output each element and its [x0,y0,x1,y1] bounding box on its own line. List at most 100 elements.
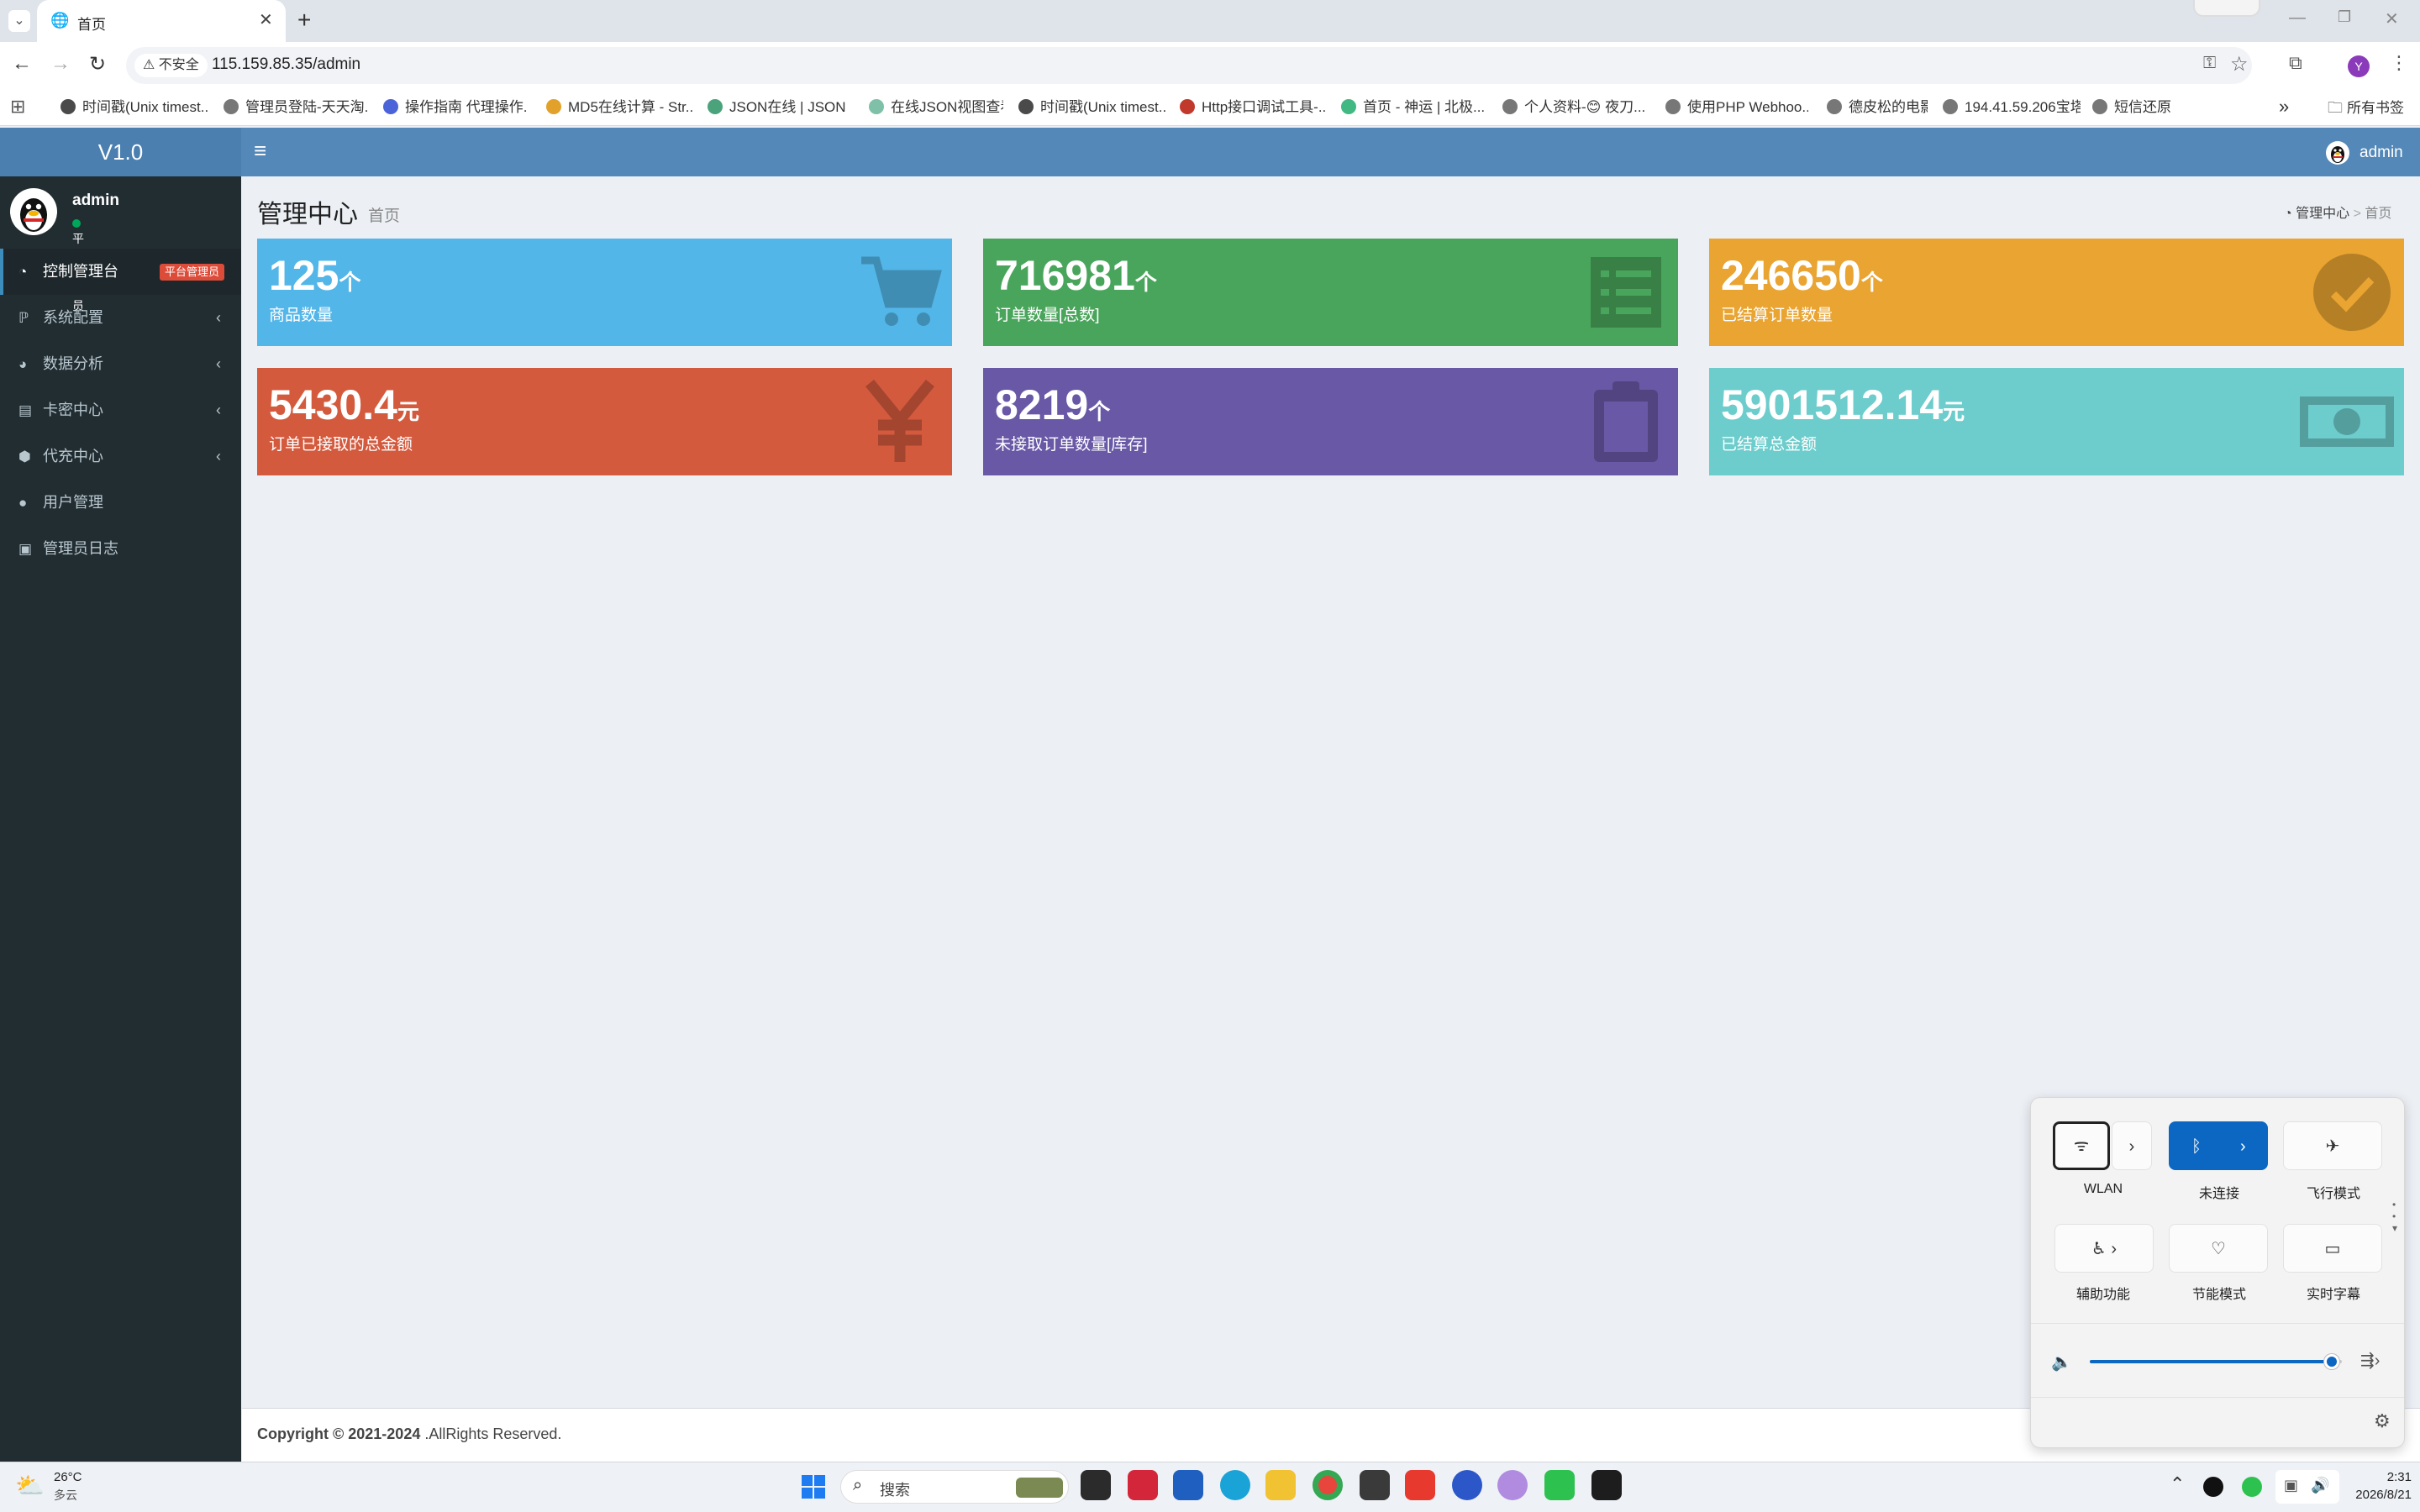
start-button[interactable] [800,1473,827,1500]
terminal-icon[interactable] [1591,1470,1622,1500]
window-pill [2193,0,2260,17]
stat-box-orders-total: 716981个 订单数量[总数] [983,239,1678,346]
folder-icon: 🗀 [2328,99,2348,116]
task-view-icon[interactable] [1081,1470,1111,1500]
stat-label: 已结算订单数量 [1721,307,1833,324]
tray-status-group[interactable]: ▣ 🔊 [2275,1470,2339,1504]
stat-box-products: 125个 商品数量 [257,239,952,346]
bookmark-item[interactable]: 个人资料-😊 夜刀... [1502,89,1649,126]
weather-widget[interactable]: ⛅ 26°C 多云 [15,1468,116,1505]
address-bar[interactable]: ⚠ 不安全 115.159.85.35/admin ⚿ ☆ [126,47,2252,84]
wechat-icon[interactable] [1544,1470,1575,1500]
profile-avatar[interactable]: Y [2348,55,2370,77]
app-cat-icon[interactable] [1497,1470,1528,1500]
app-cube-icon[interactable] [1360,1470,1390,1500]
close-tab-icon[interactable]: ✕ [259,9,273,30]
browser-menu-icon[interactable]: ⋮ [2390,52,2408,74]
stat-box-accepted-amount: 5430.4元 订单已接取的总金额 [257,368,952,475]
more-bookmarks-icon[interactable]: » [2279,96,2289,118]
minimize-icon[interactable]: — [2289,8,2306,28]
edge-icon[interactable] [1220,1470,1250,1500]
bookmark-item[interactable]: 管理员登陆-天天淘... [224,89,368,126]
back-icon[interactable]: ← [12,52,32,76]
bookmark-item[interactable]: 在线JSON视图查看 [869,89,1003,126]
bookmark-item[interactable]: 首页 - 神运 | 北极... [1341,89,1487,126]
app-logo[interactable]: V1.0 [0,128,241,176]
sidebar-item-recharge-center[interactable]: ⬢ 代充中心 ‹ [0,433,241,480]
accessibility-toggle[interactable]: ♿ › [2054,1224,2154,1273]
maximize-icon[interactable]: ❐ [2338,8,2351,26]
reload-icon[interactable]: ↻ [89,52,106,76]
chrome-icon[interactable] [1313,1470,1343,1500]
file-explorer-icon[interactable] [1265,1470,1296,1500]
sidebar-item-system-config[interactable]: ℙ 系统配置 ‹ [0,295,241,341]
stat-value: 716981 [995,252,1135,299]
apps-grid-icon[interactable]: ⊞ [10,96,25,118]
sidebar-toggle-icon[interactable]: ≡ [254,138,266,164]
speaker-icon[interactable]: 🔈 [2051,1352,2072,1373]
taskbar-search[interactable]: ⌕ 搜索 [840,1470,1069,1504]
stat-label: 订单数量[总数] [995,307,1100,324]
settings-gear-icon[interactable]: ⚙ [2374,1410,2391,1432]
sidebar-item-dashboard[interactable]: ◔ 控制管理台 平台管理员 [0,249,241,295]
app-blue-circle-icon[interactable] [1452,1470,1482,1500]
close-window-icon[interactable]: ✕ [2385,8,2399,29]
insecure-badge[interactable]: ⚠ 不安全 [134,54,208,77]
wps-icon[interactable] [1405,1470,1435,1500]
volume-thumb[interactable] [2324,1354,2339,1369]
wlan-expand[interactable]: › [2112,1121,2152,1170]
bookmark-item[interactable]: 操作指南 代理操作... [383,89,526,126]
clock-time: 2:31 [2386,1470,2412,1484]
chevron-up-icon[interactable]: ⌃ [2170,1473,2185,1495]
volume-slider[interactable] [2090,1354,2342,1369]
clock[interactable]: 2:31 2026/8/21 [2344,1470,2412,1502]
sidebar-item-data-analysis[interactable]: ◕ 数据分析 ‹ [0,341,241,387]
bookmark-star-icon[interactable]: ☆ [2230,52,2249,76]
app-red-icon[interactable] [1128,1470,1158,1500]
user-avatar [10,188,57,235]
sidebar-item-label: 代充中心 [43,448,103,465]
tray-app-icon[interactable] [2203,1477,2223,1497]
tab-list-icon[interactable]: ⌄ [8,10,30,32]
bookmark-item[interactable]: 使用PHP Webhoo... [1665,89,1808,126]
new-tab-icon[interactable]: + [297,7,311,34]
card-icon: ▤ [18,402,33,418]
wlan-toggle[interactable]: ᯤ [2053,1121,2110,1170]
volume-icon: 🔊 [2311,1477,2330,1494]
sidebar-item-user-management[interactable]: ● 用户管理 [0,480,241,526]
bluetooth-toggle[interactable]: ᛒ › [2169,1121,2268,1170]
tray-app-icon[interactable] [2242,1477,2262,1497]
live-captions-toggle[interactable]: ▭ [2283,1224,2382,1273]
password-key-icon[interactable]: ⚿ [2203,54,2216,73]
bookmark-item[interactable]: MD5在线计算 - Str... [546,89,694,126]
energy-saver-toggle[interactable]: ♡ [2169,1224,2268,1273]
bookmark-favicon-icon [546,98,561,114]
bookmark-item[interactable]: JSON在线 | JSON... [708,89,845,126]
airplane-mode-toggle[interactable]: ✈ [2283,1121,2382,1170]
url-text[interactable]: 115.159.85.35/admin [212,55,360,74]
all-bookmarks[interactable]: 🗀 所有书签 [2328,89,2415,126]
compass-icon: ◕ [18,356,28,372]
bookmark-item[interactable]: 时间戳(Unix timest... [1018,89,1166,126]
accessibility-icon: ♿ › [2091,1240,2118,1258]
extensions-icon[interactable]: ⧉ [2289,52,2302,74]
tile-label: 未连接 [2198,1187,2239,1201]
wifi-icon: ᯤ [2073,1137,2090,1155]
sidebar-item-label: 系统配置 [43,309,103,326]
sidebar-item-admin-log[interactable]: ▣ 管理员日志 [0,526,241,572]
bookmark-item[interactable]: 194.41.59.206宝塔 [1943,89,2081,126]
volume-fill [2090,1360,2332,1363]
bookmark-item[interactable]: 短信还原 [2092,89,2176,126]
bookmark-item[interactable]: 德皮松的电影 [1827,89,1928,126]
browser-tab[interactable]: 🌐 首页 ✕ [37,0,286,42]
bookmark-item[interactable]: 时间戳(Unix timest... [60,89,208,126]
page-dots[interactable]: • • ▾ [2392,1199,2397,1234]
bookmark-item[interactable]: Http接口调试工具-... [1180,89,1326,126]
breadcrumb-item[interactable]: 管理中心 [2296,207,2349,221]
sidebar-item-card-center[interactable]: ▤ 卡密中心 ‹ [0,387,241,433]
store-icon[interactable] [1173,1470,1203,1500]
audio-output-icon[interactable]: ⇶› [2360,1350,2380,1371]
chevron-left-icon: ‹ [216,448,221,465]
forward-icon[interactable]: → [50,52,71,76]
dashboard-icon: ◔ [2284,207,2296,221]
